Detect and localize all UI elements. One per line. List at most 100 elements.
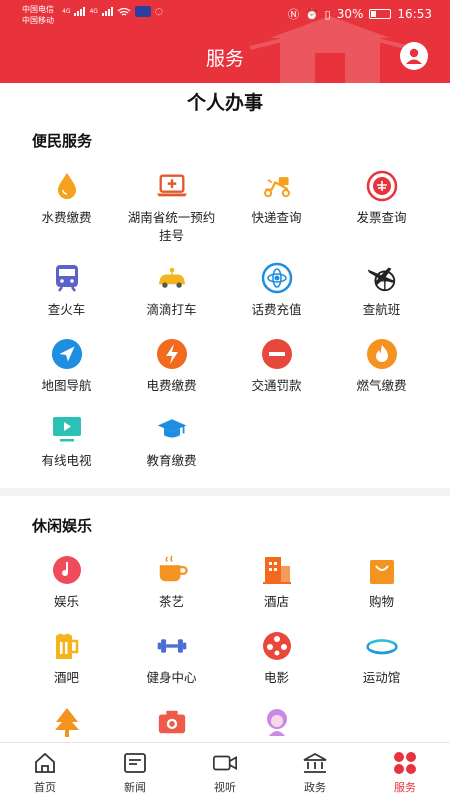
- airplane-icon: [366, 262, 398, 294]
- leisure-beauty[interactable]: [224, 706, 329, 738]
- service-didi-taxi[interactable]: 滴滴打车: [119, 262, 224, 319]
- vibrate-icon: ▯: [324, 7, 331, 21]
- leisure-park[interactable]: [14, 706, 119, 738]
- lightning-icon: [156, 338, 188, 370]
- leisure-label: 运动馆: [362, 670, 401, 685]
- leisure-label: 电影: [263, 670, 289, 685]
- tea-cup-icon: [156, 554, 188, 586]
- leisure-hotel[interactable]: 酒店: [224, 554, 329, 611]
- nav-home[interactable]: 首页: [0, 751, 90, 795]
- service-hospital-appointment[interactable]: 湖南省统一预约挂号: [119, 170, 224, 245]
- service-invoice-query[interactable]: 发票查询: [329, 170, 434, 227]
- carrier-2: 中国移动: [22, 16, 54, 25]
- water-drop-icon: [51, 170, 83, 202]
- service-traffic-fine[interactable]: 交通罚款: [224, 338, 329, 395]
- service-label: 燃气缴费: [356, 378, 407, 393]
- service-education-fee[interactable]: 教育缴费: [119, 413, 224, 470]
- navigation-arrow-icon: [51, 338, 83, 370]
- nav-label: 视听: [214, 781, 236, 794]
- signal-bars-icon: [74, 7, 86, 16]
- tree-icon: [51, 706, 83, 738]
- leisure-movie[interactable]: 电影: [224, 630, 329, 687]
- beauty-woman-icon: [261, 706, 293, 738]
- nav-label: 服务: [394, 781, 416, 794]
- film-reel-icon: [261, 630, 293, 662]
- flame-icon: [366, 338, 398, 370]
- service-flight[interactable]: 查航班: [329, 262, 434, 319]
- leisure-label: 购物: [368, 594, 394, 609]
- service-phone-recharge[interactable]: 话费充值: [224, 262, 329, 319]
- nav-video[interactable]: 视听: [180, 751, 270, 795]
- hotel-building-icon: [261, 554, 293, 586]
- service-label: 话费充值: [251, 302, 302, 317]
- video-camera-icon: [212, 751, 238, 775]
- status-right: Ⓝ ⏰ ▯ 30% 16:53: [288, 6, 432, 22]
- header-title: 服务: [205, 48, 244, 70]
- carrier-1: 中国电信: [22, 5, 54, 14]
- leisure-label: 酒吧: [53, 670, 79, 685]
- service-map-navigation[interactable]: 地图导航: [14, 338, 119, 395]
- leisure-label: 茶艺: [158, 594, 184, 609]
- music-disc-icon: [51, 554, 83, 586]
- alarm-icon: ⏰: [304, 7, 319, 21]
- medical-laptop-icon: [156, 170, 188, 202]
- leisure-stadium[interactable]: 运动馆: [329, 630, 434, 687]
- service-gas-bill[interactable]: 燃气缴费: [329, 338, 434, 395]
- services-dots-icon: [392, 751, 418, 775]
- invoice-emblem-icon: [366, 170, 398, 202]
- signal-bars-icon: [101, 7, 113, 16]
- stadium-icon: [365, 630, 398, 662]
- service-label: 查火车: [47, 302, 86, 317]
- nav-services[interactable]: 服务: [360, 751, 450, 795]
- app-notification-icon: [134, 6, 151, 17]
- service-label: 滴滴打车: [146, 302, 197, 317]
- page-title: 个人办事: [186, 92, 263, 114]
- section-title-leisure: 休闲娱乐: [32, 517, 93, 535]
- user-icon: [406, 48, 422, 64]
- leisure-bar[interactable]: 酒吧: [14, 630, 119, 687]
- service-express-query[interactable]: 快递查询: [224, 170, 329, 227]
- leisure-shopping[interactable]: 购物: [329, 554, 434, 611]
- leisure-label: 酒店: [263, 594, 289, 609]
- carrier-info: 中国电信 中国移动: [22, 4, 54, 26]
- taxi-icon: [156, 262, 188, 294]
- service-cable-tv[interactable]: 有线电视: [14, 413, 119, 470]
- beer-mug-icon: [51, 630, 83, 662]
- clock: 16:53: [397, 7, 432, 21]
- government-building-icon: [302, 751, 328, 775]
- nav-label: 新闻: [124, 781, 146, 794]
- delivery-scooter-icon: [261, 170, 293, 202]
- dumbbell-icon: [156, 630, 188, 662]
- section-title-convenience: 便民服务: [32, 132, 93, 150]
- service-label: 地图导航: [41, 378, 92, 393]
- chat-notification-icon: ◌: [154, 6, 163, 17]
- nfc-icon: Ⓝ: [287, 8, 299, 21]
- section-divider: [0, 488, 450, 496]
- signal-group: 4G 4G ◌: [62, 6, 163, 17]
- service-train[interactable]: 查火车: [14, 262, 119, 319]
- nav-government[interactable]: 政务: [270, 751, 360, 795]
- status-bar: 中国电信 中国移动 4G 4G ◌ Ⓝ ⏰ ▯ 30% 16:53: [0, 0, 450, 30]
- leisure-photography[interactable]: [119, 706, 224, 738]
- home-icon: [32, 751, 58, 775]
- train-icon: [51, 262, 83, 294]
- service-electricity-bill[interactable]: 电费缴费: [119, 338, 224, 395]
- tv-play-icon: [51, 413, 83, 445]
- wifi-icon: [117, 7, 131, 15]
- camera-icon: [156, 706, 188, 738]
- top-bar: 中国电信 中国移动 4G 4G ◌ Ⓝ ⏰ ▯ 30% 16:53 服务: [0, 0, 450, 83]
- service-label: 电费缴费: [146, 378, 197, 393]
- battery-percent: 30%: [336, 7, 364, 21]
- service-water-bill[interactable]: 水费缴费: [14, 170, 119, 227]
- net-type-2: 4G: [89, 8, 98, 15]
- service-label: 教育缴费: [146, 453, 197, 468]
- nav-label: 首页: [34, 781, 56, 794]
- profile-button[interactable]: [400, 42, 428, 70]
- nav-label: 政务: [304, 781, 326, 794]
- service-label: 湖南省统一预约挂号: [127, 210, 216, 243]
- leisure-entertainment[interactable]: 娱乐: [14, 554, 119, 611]
- graduation-cap-icon: [156, 413, 188, 445]
- leisure-fitness[interactable]: 健身中心: [119, 630, 224, 687]
- nav-news[interactable]: 新闻: [90, 751, 180, 795]
- leisure-tea[interactable]: 茶艺: [119, 554, 224, 611]
